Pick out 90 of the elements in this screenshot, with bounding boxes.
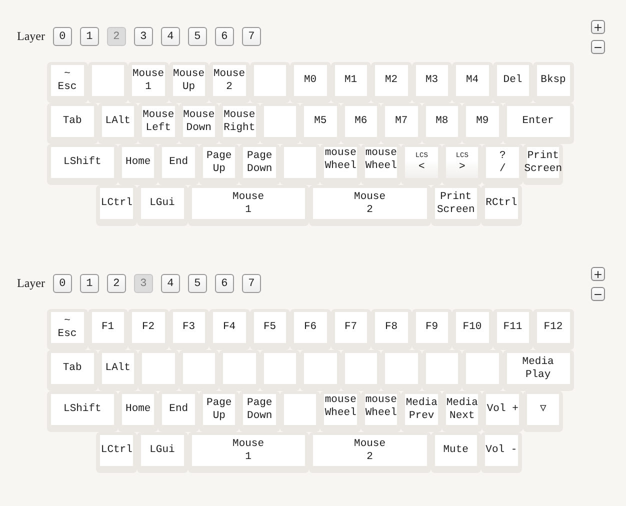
zoom-in-button[interactable]: + [591, 20, 605, 34]
key[interactable]: Bksp [533, 62, 574, 103]
key[interactable]: LGui [136, 185, 188, 226]
key[interactable]: mouse Wheel [320, 391, 361, 432]
key[interactable]: End [158, 144, 199, 185]
layer-button[interactable]: 5 [188, 27, 207, 46]
layer-button[interactable]: 6 [214, 27, 234, 46]
key[interactable]: M0 [290, 62, 330, 103]
key[interactable]: M1 [330, 62, 371, 103]
key[interactable]: F11 [492, 309, 533, 350]
key[interactable]: mouse Wheel [360, 391, 402, 432]
key[interactable]: Del [492, 62, 533, 103]
layer-button[interactable]: 7 [242, 27, 261, 46]
key[interactable]: LCtrl [96, 432, 137, 473]
key[interactable]: Media Next [442, 391, 482, 432]
key[interactable]: F8 [371, 309, 412, 350]
zoom-in-button[interactable]: + [591, 267, 605, 281]
zoom-out-button[interactable]: − [591, 40, 605, 54]
key[interactable]: Print Screen [522, 144, 564, 185]
key[interactable]: Page Up [198, 391, 240, 432]
key[interactable]: Media Prev [401, 391, 442, 432]
layer-button[interactable]: 0 [52, 27, 72, 46]
key[interactable]: M7 [381, 103, 422, 144]
key[interactable]: Mouse 1 [188, 432, 310, 473]
key[interactable]: End [158, 391, 199, 432]
key[interactable]: ▽ [522, 391, 564, 432]
key[interactable]: M6 [340, 103, 382, 144]
key[interactable]: Page Up [198, 144, 240, 185]
key[interactable]: Mouse 2 [209, 62, 250, 103]
key[interactable]: Home [118, 144, 158, 185]
key[interactable]: LShift [47, 144, 118, 185]
layer-label: Layer [17, 276, 45, 291]
key[interactable]: Vol - [481, 432, 522, 473]
key[interactable]: LCtrl [96, 185, 137, 226]
key[interactable]: Tab [47, 103, 98, 144]
key[interactable]: Vol + [482, 391, 523, 432]
key[interactable]: Mute [430, 432, 482, 473]
key[interactable]: Home [118, 391, 158, 432]
layer-button[interactable]: 1 [80, 27, 99, 46]
layer-label: Layer [17, 29, 45, 44]
key[interactable]: F4 [209, 309, 250, 350]
key[interactable]: Mouse 1 [188, 185, 310, 226]
key[interactable]: F2 [128, 309, 168, 350]
key[interactable]: F12 [533, 309, 574, 350]
layer-button[interactable]: 3 [134, 27, 153, 46]
zoom-out-button[interactable]: − [591, 287, 605, 301]
key[interactable]: F3 [168, 309, 209, 350]
key[interactable]: Page Down [239, 144, 280, 185]
key[interactable]: LAlt [98, 103, 138, 144]
key[interactable]: LShift [47, 391, 118, 432]
key[interactable]: M5 [300, 103, 341, 144]
key[interactable]: Mouse 2 [309, 432, 431, 473]
key[interactable]: Media Play [502, 350, 574, 391]
key[interactable]: M3 [412, 62, 452, 103]
key[interactable]: mouse Wheel [320, 144, 361, 185]
key[interactable]: LGui [136, 432, 188, 473]
layer-button[interactable]: 6 [214, 274, 234, 293]
key[interactable]: Mouse 1 [128, 62, 168, 103]
key[interactable]: M4 [452, 62, 492, 103]
key[interactable]: Mouse Down [178, 103, 220, 144]
layer-button[interactable]: 4 [160, 274, 180, 293]
key[interactable]: Mouse Left [138, 103, 179, 144]
key[interactable]: ? / [482, 144, 523, 185]
key[interactable]: Tab [47, 350, 98, 391]
layer-button[interactable]: 0 [52, 274, 72, 293]
key[interactable]: F6 [290, 309, 330, 350]
key[interactable]: Mouse Right [219, 103, 260, 144]
key[interactable]: F9 [412, 309, 452, 350]
key[interactable]: F10 [452, 309, 492, 350]
key[interactable]: Enter [502, 103, 574, 144]
key[interactable]: mouse Wheel [360, 144, 402, 185]
layer-button[interactable]: 4 [160, 27, 180, 46]
key[interactable]: M8 [422, 103, 462, 144]
key[interactable]: F1 [88, 309, 128, 350]
key[interactable]: LAlt [98, 350, 138, 391]
key[interactable]: Mouse 2 [309, 185, 431, 226]
key[interactable]: M2 [371, 62, 412, 103]
layer-button[interactable]: 5 [188, 274, 207, 293]
key[interactable]: Page Down [239, 391, 280, 432]
layer-button[interactable]: 7 [242, 274, 261, 293]
layer-button[interactable]: 1 [80, 274, 99, 293]
key[interactable]: ~ Esc [47, 62, 88, 103]
key[interactable]: RCtrl [481, 185, 522, 226]
key[interactable]: F5 [250, 309, 290, 350]
key[interactable]: Mouse Up [168, 62, 209, 103]
key[interactable]: ~ Esc [47, 309, 88, 350]
layer-button[interactable]: 2 [106, 274, 126, 293]
key[interactable]: Print Screen [430, 185, 482, 226]
key[interactable]: M9 [462, 103, 503, 144]
key[interactable]: F7 [330, 309, 371, 350]
